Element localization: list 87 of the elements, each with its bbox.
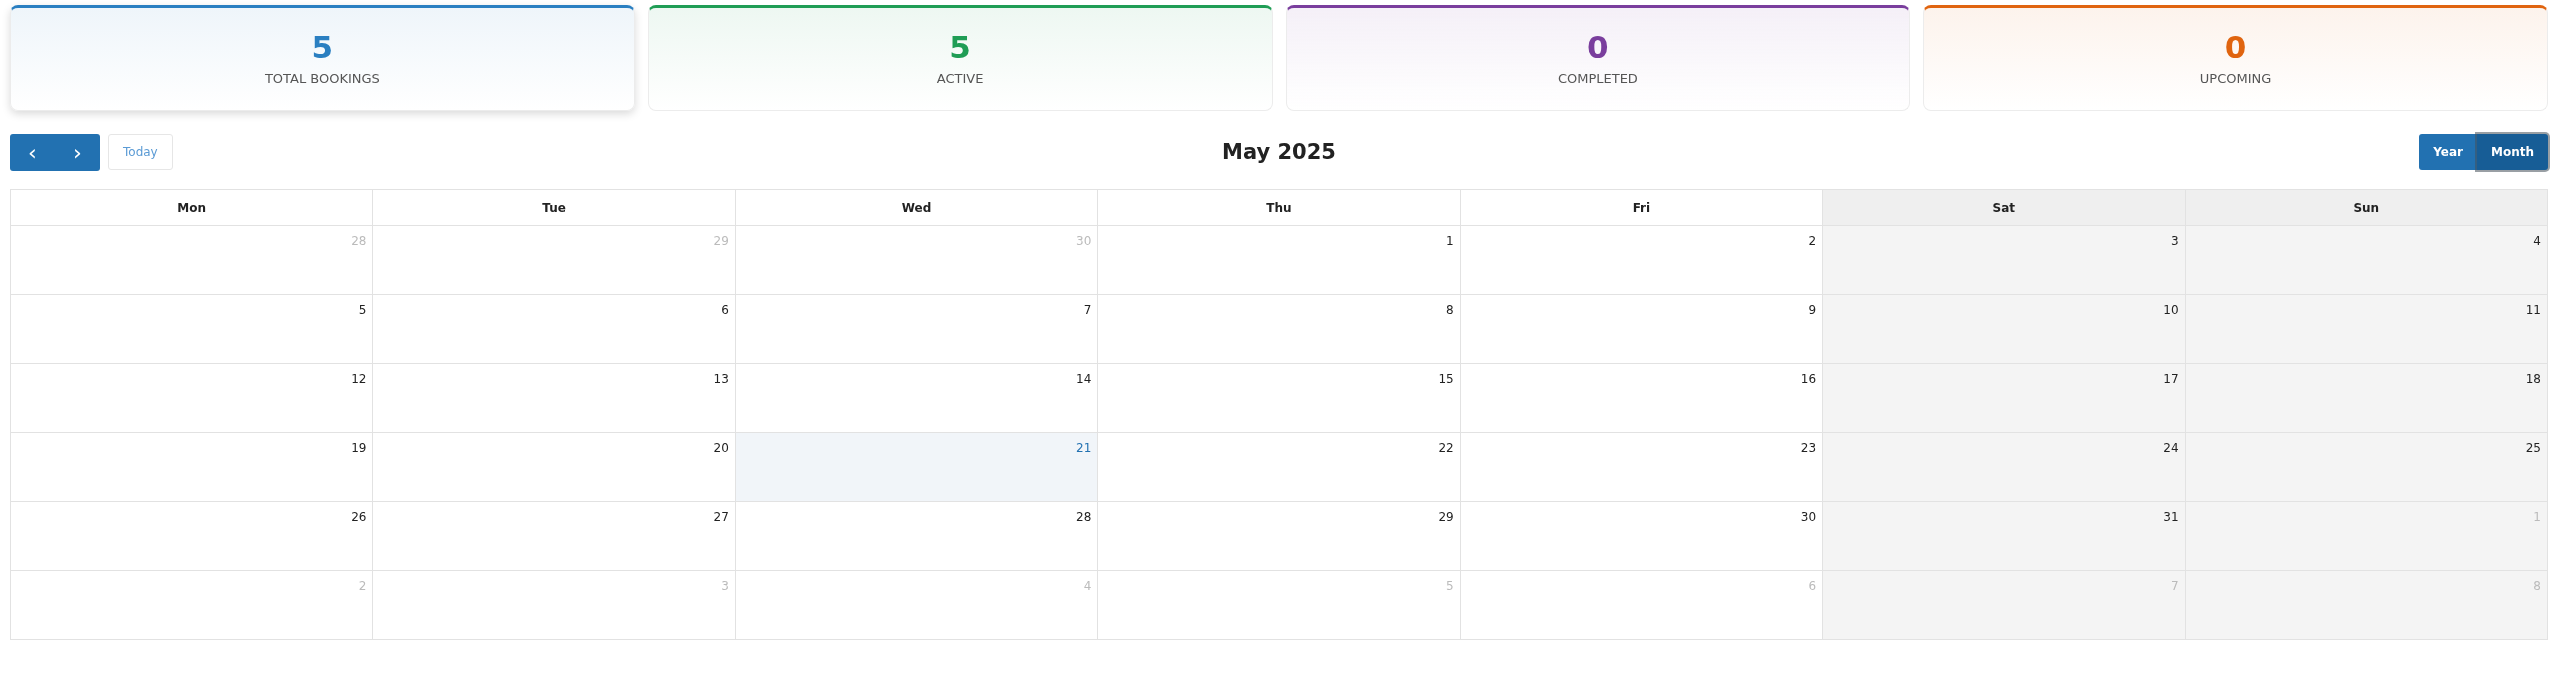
day-number: 28 bbox=[1076, 510, 1092, 524]
day-number: 28 bbox=[351, 234, 367, 248]
day-cell[interactable]: 13 bbox=[373, 364, 736, 433]
day-number: 16 bbox=[1800, 372, 1817, 386]
day-cell[interactable]: 31 bbox=[1823, 502, 2186, 571]
day-cell[interactable]: 7 bbox=[735, 295, 1099, 364]
day-cell[interactable]: 20 bbox=[373, 433, 736, 502]
day-cell[interactable]: 15 bbox=[1098, 364, 1461, 433]
day-cell[interactable]: 24 bbox=[1823, 433, 2186, 502]
day-number: 23 bbox=[1800, 441, 1817, 455]
day-cell[interactable]: 29 bbox=[1098, 502, 1461, 571]
day-cell[interactable]: 25 bbox=[2185, 433, 2548, 502]
day-cell[interactable]: 18 bbox=[2185, 364, 2548, 433]
day-cell[interactable]: 11 bbox=[2185, 295, 2548, 364]
stat-label: COMPLETED bbox=[1557, 71, 1638, 86]
day-cell[interactable]: 21 bbox=[735, 433, 1099, 502]
day-cell[interactable]: 22 bbox=[1098, 433, 1461, 502]
day-number: 12 bbox=[351, 372, 367, 386]
day-number: 8 bbox=[2533, 579, 2541, 593]
stat-value: 0 bbox=[1587, 32, 1609, 63]
day-number: 26 bbox=[351, 510, 367, 524]
day-number: 14 bbox=[1076, 372, 1092, 386]
calendar-title: May 2025 bbox=[1222, 140, 1336, 164]
day-number: 6 bbox=[1808, 579, 1817, 593]
stat-label: ACTIVE bbox=[936, 71, 984, 86]
day-number: 29 bbox=[713, 234, 729, 248]
day-number: 18 bbox=[2525, 372, 2541, 386]
day-number: 1 bbox=[2533, 510, 2541, 524]
day-number: 29 bbox=[1438, 510, 1454, 524]
day-number: 13 bbox=[713, 372, 729, 386]
day-number: 4 bbox=[2533, 234, 2541, 248]
day-cell[interactable]: 19 bbox=[11, 433, 374, 502]
day-cell[interactable]: 27 bbox=[373, 502, 736, 571]
day-number: 15 bbox=[1438, 372, 1454, 386]
weekday-header: Thu bbox=[1098, 190, 1461, 226]
day-cell[interactable]: 28 bbox=[735, 502, 1099, 571]
day-number: 30 bbox=[1076, 234, 1092, 248]
day-number: 20 bbox=[713, 441, 729, 455]
day-number: 22 bbox=[1438, 441, 1454, 455]
previous-button[interactable]: ‹ bbox=[10, 133, 55, 171]
day-number: 5 bbox=[1446, 579, 1454, 593]
day-number: 5 bbox=[358, 303, 367, 317]
day-number: 6 bbox=[721, 303, 729, 317]
day-number: 17 bbox=[2163, 372, 2179, 386]
view-button[interactable]: Year bbox=[2419, 134, 2477, 170]
day-cell[interactable]: 6 bbox=[373, 295, 736, 364]
day-number: 19 bbox=[351, 441, 367, 455]
day-cell[interactable]: 8 bbox=[1098, 295, 1461, 364]
day-cell[interactable]: 26 bbox=[11, 502, 374, 571]
stat-value: 0 bbox=[2224, 32, 2247, 63]
day-cell[interactable]: 17 bbox=[1823, 364, 2186, 433]
day-number: 4 bbox=[1083, 579, 1092, 593]
day-number: 3 bbox=[2170, 234, 2179, 248]
day-number: 9 bbox=[1808, 303, 1817, 317]
day-number: 3 bbox=[721, 579, 729, 593]
stat-label: TOTAL BOOKINGS bbox=[264, 71, 380, 86]
day-number: 11 bbox=[2525, 303, 2541, 317]
day-cell[interactable]: 4 bbox=[2185, 226, 2548, 295]
day-cell[interactable]: 5 bbox=[11, 295, 374, 364]
day-number: 7 bbox=[2170, 579, 2179, 593]
stat-value: 5 bbox=[311, 32, 334, 63]
day-cell[interactable]: 3 bbox=[1823, 226, 2186, 295]
day-number: 27 bbox=[713, 510, 729, 524]
day-number: 8 bbox=[1446, 303, 1454, 317]
day-number: 7 bbox=[1083, 303, 1092, 317]
weekday-header: Sat bbox=[1823, 190, 2186, 226]
stat-label: UPCOMING bbox=[2199, 71, 2272, 86]
day-number: 21 bbox=[1076, 441, 1092, 455]
day-number: 25 bbox=[2525, 441, 2541, 455]
stat-value: 5 bbox=[949, 32, 971, 63]
day-number: 1 bbox=[1446, 234, 1454, 248]
day-cell[interactable]: 10 bbox=[1823, 295, 2186, 364]
day-number: 2 bbox=[358, 579, 367, 593]
weekday-header: Tue bbox=[373, 190, 736, 226]
day-number: 10 bbox=[2163, 303, 2179, 317]
day-number: 30 bbox=[1800, 510, 1817, 524]
day-cell[interactable]: 12 bbox=[11, 364, 374, 433]
next-button[interactable]: › bbox=[55, 133, 100, 171]
view-button[interactable]: Month bbox=[2477, 134, 2548, 170]
day-number: 31 bbox=[2163, 510, 2179, 524]
weekday-header: Wed bbox=[735, 190, 1099, 226]
day-number: 2 bbox=[1808, 234, 1817, 248]
weekday-header: Fri bbox=[1460, 190, 1824, 226]
weekday-header: Sun bbox=[2185, 190, 2548, 226]
weekday-header: Mon bbox=[11, 190, 374, 226]
day-cell[interactable]: 1 bbox=[1098, 226, 1461, 295]
day-number: 24 bbox=[2163, 441, 2179, 455]
